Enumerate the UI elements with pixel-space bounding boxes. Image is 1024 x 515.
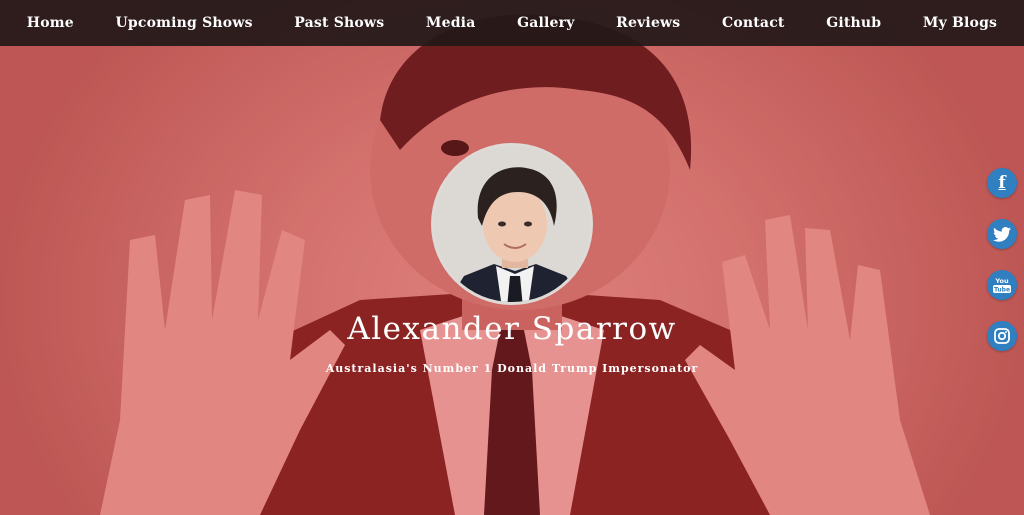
facebook-icon[interactable]: f — [987, 168, 1017, 198]
svg-text:You: You — [994, 277, 1009, 285]
profile-avatar — [431, 143, 593, 305]
twitter-bird-icon — [993, 226, 1011, 242]
svg-text:Tube: Tube — [994, 287, 1010, 294]
nav-media[interactable]: Media — [418, 9, 484, 37]
nav-github[interactable]: Github — [818, 9, 889, 37]
profile-photo — [434, 146, 590, 302]
twitter-icon[interactable] — [987, 219, 1017, 249]
nav-reviews[interactable]: Reviews — [608, 9, 688, 37]
nav-past-shows[interactable]: Past Shows — [286, 9, 392, 37]
hero-tagline: Australasia's Number 1 Donald Trump Impe… — [325, 362, 699, 375]
youtube-logo-icon: You Tube — [993, 277, 1011, 294]
instagram-camera-icon — [994, 328, 1010, 344]
youtube-icon[interactable]: You Tube — [987, 270, 1017, 300]
nav-gallery[interactable]: Gallery — [509, 9, 582, 37]
nav-home[interactable]: Home — [19, 9, 82, 37]
facebook-glyph: f — [998, 173, 1006, 193]
hero-name: Alexander Sparrow — [347, 311, 677, 347]
top-nav: Home Upcoming Shows Past Shows Media Gal… — [0, 0, 1024, 46]
nav-upcoming-shows[interactable]: Upcoming Shows — [107, 9, 260, 37]
instagram-icon[interactable] — [987, 321, 1017, 351]
nav-my-blogs[interactable]: My Blogs — [915, 9, 1005, 37]
nav-contact[interactable]: Contact — [714, 9, 793, 37]
